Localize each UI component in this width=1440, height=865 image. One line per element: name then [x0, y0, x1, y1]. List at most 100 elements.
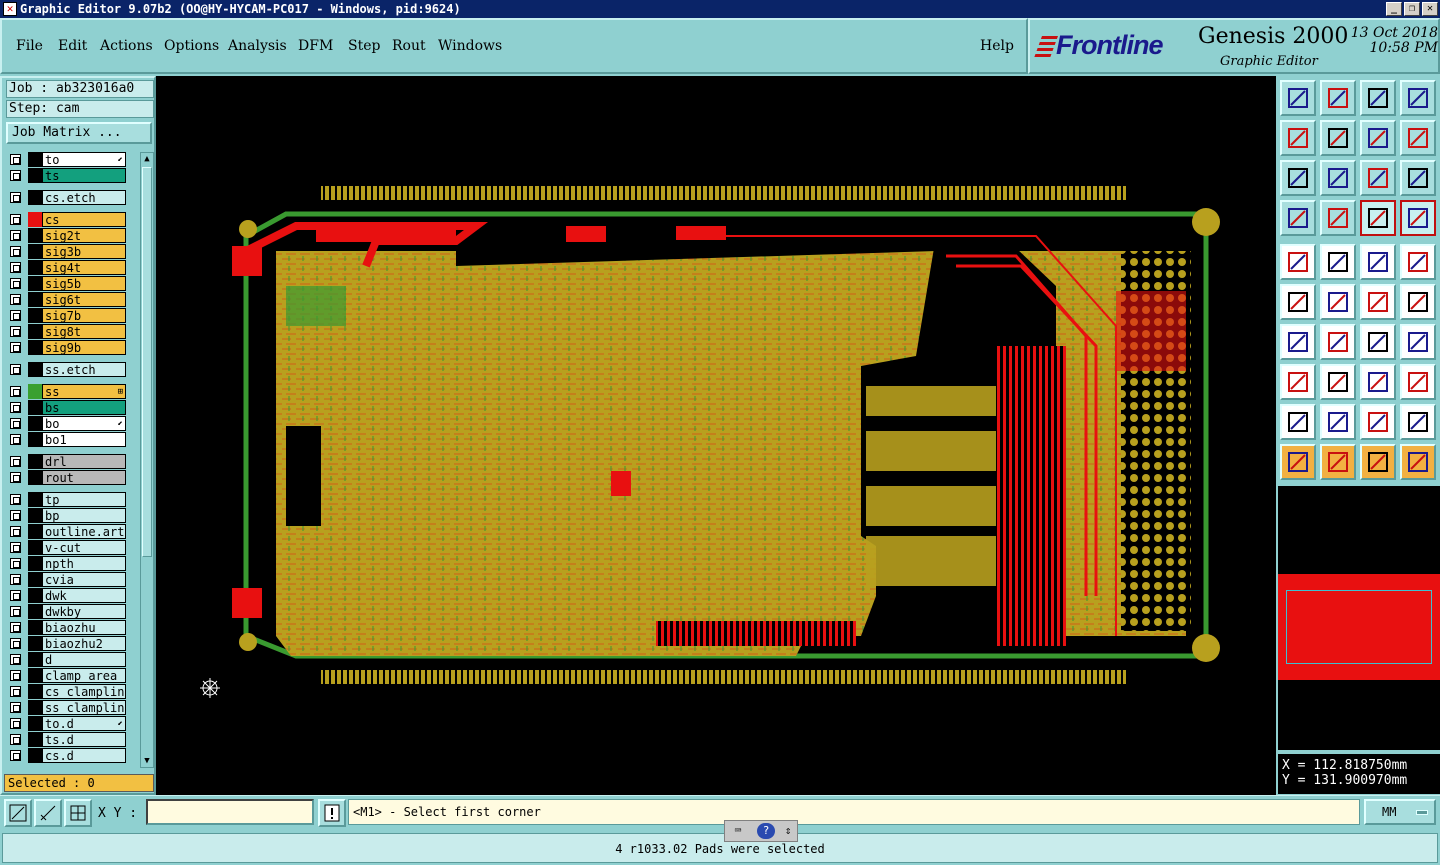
layer-name[interactable]: outline.art: [42, 524, 126, 539]
keyboard-icon[interactable]: ⌨: [729, 823, 747, 839]
open-job-button[interactable]: [1280, 80, 1316, 116]
layer-color-swatch[interactable]: [28, 716, 42, 731]
layer-name[interactable]: sig5b: [42, 276, 126, 291]
settings-button[interactable]: [1280, 200, 1316, 236]
layer-checkbox[interactable]: [10, 262, 21, 273]
angle-button[interactable]: [1280, 324, 1316, 360]
overview-view-frame[interactable]: [1286, 590, 1432, 664]
layer-color-swatch[interactable]: [28, 572, 42, 587]
layer-checkbox[interactable]: [10, 494, 21, 505]
arrow-up-button[interactable]: [1320, 404, 1356, 440]
polygon-button[interactable]: [1360, 404, 1396, 440]
layer-color-swatch[interactable]: [28, 700, 42, 715]
layer-checkbox[interactable]: [10, 622, 21, 633]
layer-name[interactable]: cs.d: [42, 748, 126, 763]
layer-color-swatch[interactable]: [28, 620, 42, 635]
polygon-edit-button[interactable]: [1400, 404, 1436, 440]
outline-button[interactable]: [1320, 244, 1356, 280]
menu-analysis[interactable]: Analysis: [228, 38, 287, 54]
redraw-button[interactable]: [1400, 120, 1436, 156]
layer-color-swatch[interactable]: [28, 324, 42, 339]
layer-row[interactable]: cs: [6, 212, 128, 227]
layer-color-swatch[interactable]: [28, 636, 42, 651]
layer-row[interactable]: to ⬋: [6, 152, 128, 167]
menu-file[interactable]: File: [16, 38, 43, 54]
close-button[interactable]: ✕: [1422, 2, 1438, 16]
layer-checkbox[interactable]: [10, 434, 21, 445]
alert-button[interactable]: [318, 799, 346, 827]
ruler-button[interactable]: [1360, 244, 1396, 280]
layer-row[interactable]: rout: [6, 470, 128, 485]
layer-name[interactable]: npth: [42, 556, 126, 571]
zoom-fit-button[interactable]: [1360, 120, 1396, 156]
layer-checkbox[interactable]: [10, 364, 21, 375]
scroll-up-icon[interactable]: ▲: [141, 153, 153, 165]
layer-checkbox[interactable]: [10, 590, 21, 601]
layer-name[interactable]: sig4t: [42, 260, 126, 275]
layer-checkbox[interactable]: [10, 670, 21, 681]
layer-color-swatch[interactable]: [28, 540, 42, 555]
layer-row[interactable]: sig2t: [6, 228, 128, 243]
layer-row[interactable]: sig6t: [6, 292, 128, 307]
layer-color-swatch[interactable]: [28, 190, 42, 205]
layer-checkbox[interactable]: [10, 456, 21, 467]
layer-row[interactable]: bp: [6, 508, 128, 523]
layer-checkbox[interactable]: [10, 170, 21, 181]
layer-color-swatch[interactable]: [28, 470, 42, 485]
layer-color-swatch[interactable]: [28, 416, 42, 431]
job-matrix-button[interactable]: Job Matrix ...: [6, 122, 152, 144]
layer-name[interactable]: sig6t: [42, 292, 126, 307]
layer-color-swatch[interactable]: [28, 588, 42, 603]
layer-name[interactable]: dwk: [42, 588, 126, 603]
layer-name[interactable]: dwkby: [42, 604, 126, 619]
copy-button[interactable]: [1400, 364, 1436, 400]
layer-checkbox[interactable]: [10, 154, 21, 165]
layer-row[interactable]: npth: [6, 556, 128, 571]
layer-checkbox[interactable]: [10, 214, 21, 225]
resize-button[interactable]: [1360, 364, 1396, 400]
layer-name[interactable]: ss.etch: [42, 362, 126, 377]
layer-row[interactable]: clamp_area: [6, 668, 128, 683]
layer-color-swatch[interactable]: [28, 668, 42, 683]
layer-row[interactable]: cs_clampline: [6, 684, 128, 699]
layer-color-swatch[interactable]: [28, 260, 42, 275]
layers-select-button[interactable]: [1400, 200, 1436, 236]
select-box-button[interactable]: [1320, 444, 1356, 480]
layer-name[interactable]: v-cut: [42, 540, 126, 555]
graphic-canvas[interactable]: [156, 76, 1276, 795]
layer-row[interactable]: sig5b: [6, 276, 128, 291]
layer-color-swatch[interactable]: [28, 604, 42, 619]
layer-row[interactable]: to.d ⬋: [6, 716, 128, 731]
layer-name[interactable]: sig8t: [42, 324, 126, 339]
layer-row[interactable]: sig4t: [6, 260, 128, 275]
layer-scrollbar[interactable]: ▲ ▼: [140, 152, 154, 768]
layer-checkbox[interactable]: [10, 718, 21, 729]
layer-checkbox[interactable]: [10, 510, 21, 521]
layer-name[interactable]: ss ⊞: [42, 384, 126, 399]
layer-row[interactable]: ss_clampline: [6, 700, 128, 715]
layer-checkbox[interactable]: [10, 558, 21, 569]
layer-color-swatch[interactable]: [28, 276, 42, 291]
layer-color-swatch[interactable]: [28, 432, 42, 447]
layer-name[interactable]: to ⬋: [42, 152, 126, 167]
connect-button[interactable]: [1280, 284, 1316, 320]
layer-checkbox[interactable]: [10, 192, 21, 203]
triangle-button[interactable]: [1280, 404, 1316, 440]
scroll-down-icon[interactable]: ▼: [141, 755, 153, 767]
layer-name[interactable]: d: [42, 652, 126, 667]
layer-name[interactable]: cs_clampline: [42, 684, 126, 699]
layer-name[interactable]: bs: [42, 400, 126, 415]
layer-row[interactable]: biaozhu2: [6, 636, 128, 651]
layer-color-swatch[interactable]: [28, 228, 42, 243]
layer-name[interactable]: drl: [42, 454, 126, 469]
layer-row[interactable]: bo1: [6, 432, 128, 447]
layer-row[interactable]: sig7b: [6, 308, 128, 323]
line-button[interactable]: [1320, 324, 1356, 360]
layer-row[interactable]: bo ⬋: [6, 416, 128, 431]
layer-checkbox[interactable]: [10, 278, 21, 289]
layer-name[interactable]: cs: [42, 212, 126, 227]
layer-name[interactable]: biaozhu2: [42, 636, 126, 651]
layer-color-swatch[interactable]: [28, 400, 42, 415]
layer-checkbox[interactable]: [10, 702, 21, 713]
layer-name[interactable]: ts: [42, 168, 126, 183]
